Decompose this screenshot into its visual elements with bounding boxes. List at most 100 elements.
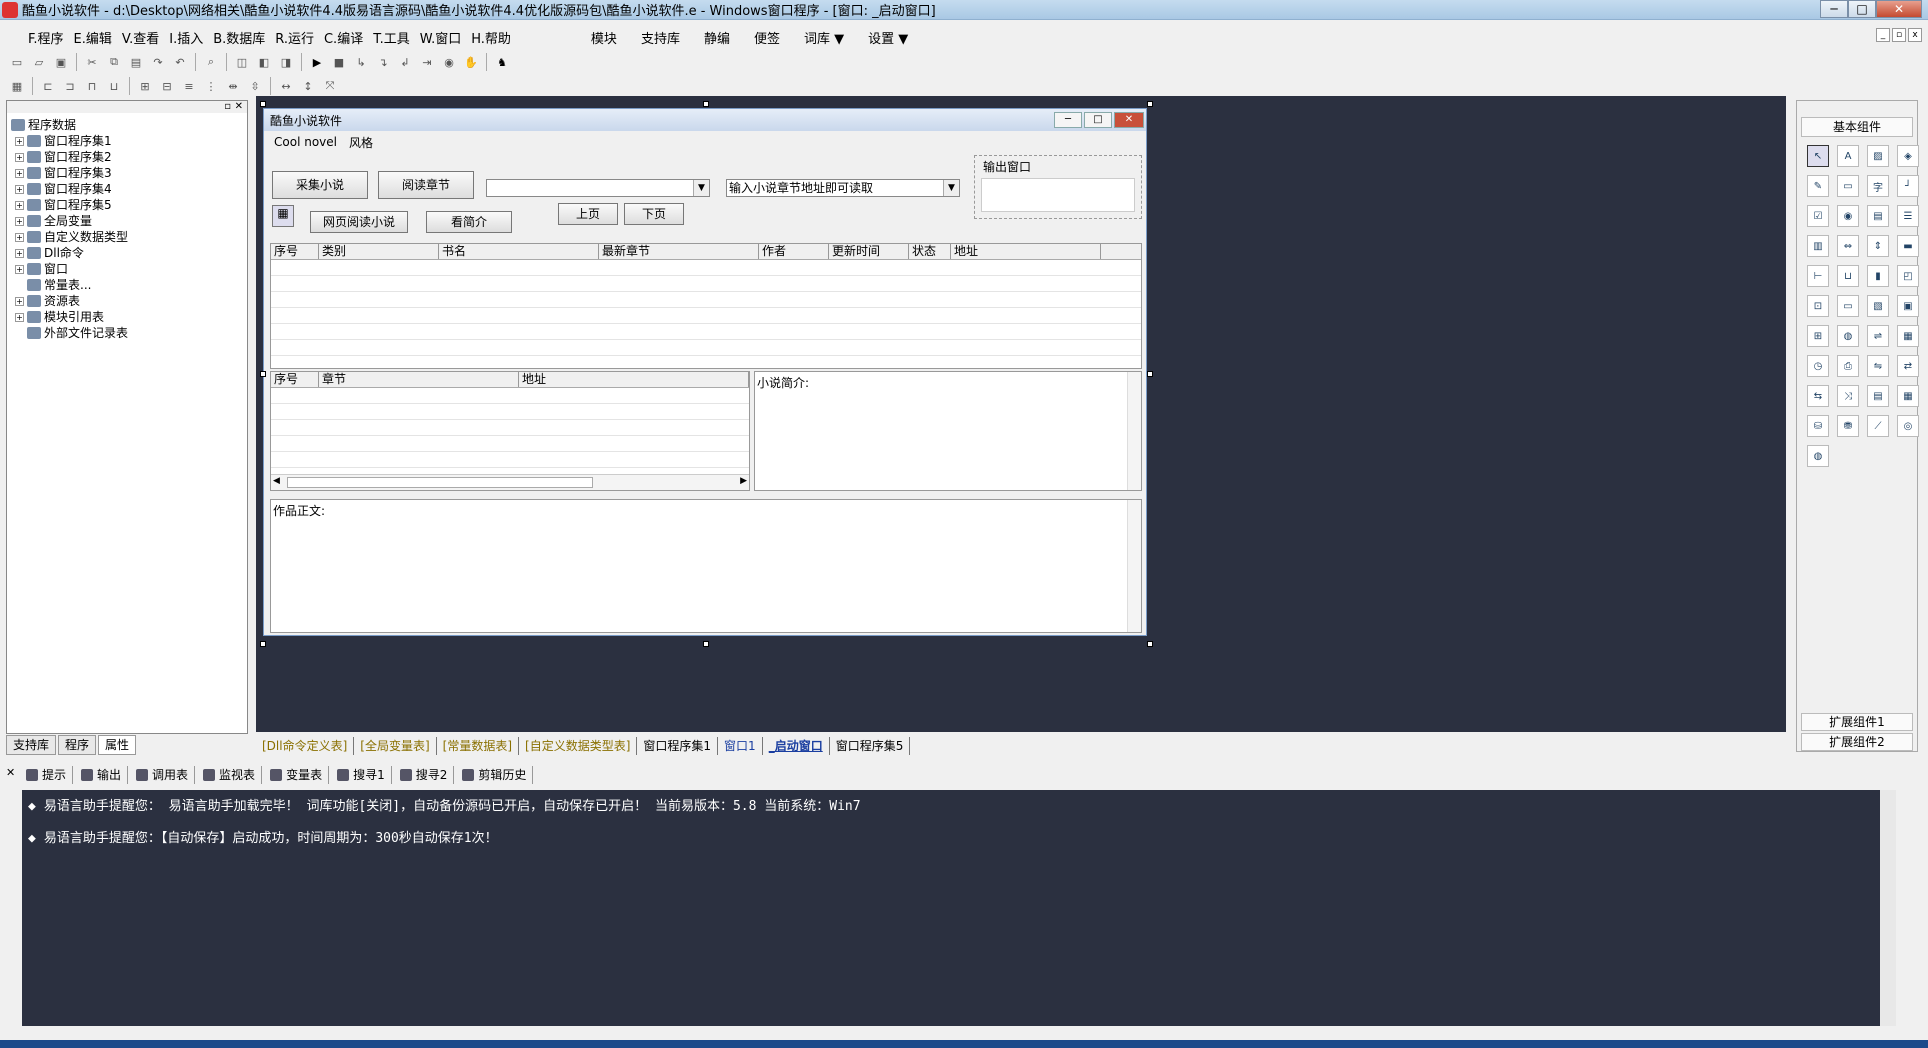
chevron-down-icon[interactable]: ▼ [943,180,959,196]
ext-components-1[interactable]: 扩展组件1 [1801,713,1913,731]
step-3-icon[interactable]: ↲ [396,53,414,71]
align-left-icon[interactable]: ⊏ [39,77,57,95]
tree-item[interactable]: + 窗口程序集4 [11,181,247,197]
network-icon[interactable]: ⇋ [1867,355,1889,377]
col-index[interactable]: 序号 [271,244,319,259]
layout-1-icon[interactable]: ◫ [233,53,251,71]
server-icon[interactable]: ⇄ [1897,355,1919,377]
menu-static-compile[interactable]: 静编 [704,28,730,47]
scroll-right-icon[interactable]: ▶ [740,476,747,486]
form-maximize-button[interactable]: □ [1084,112,1112,128]
menu-tools[interactable]: T.工具 [373,28,410,47]
grid-icon[interactable]: ▦ [8,77,26,95]
hand-icon[interactable]: ✋ [462,53,480,71]
tab-properties[interactable]: 属性 [98,735,137,755]
breakpoint-icon[interactable]: ◉ [440,53,458,71]
menu-database[interactable]: B.数据库 [213,28,265,47]
output-scrollbar[interactable] [1880,790,1896,1026]
line-icon[interactable]: ┘ [1897,175,1919,197]
tab-tips[interactable]: 提示 [20,766,74,784]
paste-icon[interactable]: ▤ [127,53,145,71]
tab-output[interactable]: 输出 [75,766,129,784]
same-width-icon[interactable]: ↔ [277,77,295,95]
text-icon[interactable]: 字 [1867,175,1889,197]
resize-handle[interactable] [703,101,709,107]
close-button[interactable]: ✕ [1876,0,1922,18]
tree-item[interactable]: + 窗口程序集3 [11,165,247,181]
tab-support-lib[interactable]: 支持库 [6,735,57,755]
tree-item[interactable]: + Dll命令 [11,245,247,261]
group-box-icon[interactable]: ▭ [1837,175,1859,197]
progress-icon[interactable]: ▬ [1897,235,1919,257]
tree-item[interactable]: + 全局变量 [11,213,247,229]
tab-clip-history[interactable]: 剪辑历史 [456,766,534,784]
resize-handle[interactable] [260,641,266,647]
col-category[interactable]: 类别 [319,244,439,259]
scroll-left-icon[interactable]: ◀ [273,476,280,486]
tree-item[interactable]: + 窗口程序集1 [11,133,247,149]
animation-icon[interactable]: ▮ [1867,265,1889,287]
tab-window-assembly-1[interactable]: 窗口程序集1 [637,737,719,755]
form-menu-cool-novel[interactable]: Cool novel [274,135,337,149]
panel-pin-icon[interactable]: ▫ [224,101,231,112]
helper-icon[interactable]: ♞ [493,53,511,71]
basic-components-header[interactable]: 基本组件 [1801,117,1913,137]
open-file-icon[interactable]: ▱ [30,53,48,71]
menu-run[interactable]: R.运行 [275,28,314,47]
col-chapter-index[interactable]: 序号 [271,372,319,387]
align-center-icon[interactable]: ⊐ [61,77,79,95]
intro-button[interactable]: 看简介 [426,211,512,233]
expand-icon[interactable]: + [15,216,24,226]
expand-icon[interactable]: + [15,296,24,306]
hyperlink-icon[interactable]: ⊞ [1807,325,1829,347]
new-file-icon[interactable]: ▭ [8,53,26,71]
copy-icon[interactable]: ⧉ [105,53,123,71]
mdi-minimize-button[interactable]: _ [1876,28,1890,42]
pointer-icon[interactable]: ↖ [1807,145,1829,167]
col-book-name[interactable]: 书名 [439,244,599,259]
chapter-url-combo[interactable]: 输入小说章节地址即可读取 ▼ [726,179,960,197]
expand-icon[interactable]: + [15,184,24,194]
novel-body-textbox[interactable]: 作品正文: [270,499,1142,633]
slider-icon[interactable]: ⊢ [1807,265,1829,287]
same-height-icon[interactable]: ↕ [299,77,317,95]
splitter-icon[interactable]: ⇌ [1867,325,1889,347]
menu-settings[interactable]: 设置 ▼ [868,28,908,47]
menu-help[interactable]: H.帮助 [471,28,511,47]
space-h-icon[interactable]: ≡ [180,77,198,95]
color-icon[interactable]: ▣ [1897,295,1919,317]
listbox-icon[interactable]: ▥ [1807,235,1829,257]
redo-icon[interactable]: ↷ [149,53,167,71]
tab-constant-table[interactable]: [常量数据表] [437,737,520,755]
col-author[interactable]: 作者 [759,244,829,259]
mdi-restore-button[interactable]: ▫ [1892,28,1906,42]
client-icon[interactable]: ⇆ [1807,385,1829,407]
tab-window-1[interactable]: 窗口1 [718,737,763,755]
chevron-down-icon[interactable]: ▼ [693,180,709,196]
undo-icon[interactable]: ↶ [171,53,189,71]
minimize-button[interactable]: ─ [1820,0,1848,18]
menu-view[interactable]: V.查看 [122,28,159,47]
distribute-v-icon[interactable]: ⇳ [246,77,264,95]
resize-handle[interactable] [1147,371,1153,377]
stop-icon[interactable]: ■ [330,53,348,71]
next-page-button[interactable]: 下页 [624,203,684,225]
menu-notes[interactable]: 便签 [754,28,780,47]
form-menu-style[interactable]: 风格 [349,134,373,151]
hscroll-icon[interactable]: ⇔ [1837,235,1859,257]
source-combo[interactable]: ▼ [486,179,710,197]
tab-custom-type-table[interactable]: [自定义数据类型表] [519,737,638,755]
col-update-time[interactable]: 更新时间 [829,244,909,259]
col-chapter[interactable]: 章节 [319,372,519,387]
chapter-list-table[interactable]: 序号 章节 地址 ◀ ▶ [270,371,750,491]
web-read-button[interactable]: 网页阅读小说 [310,211,408,233]
label-icon[interactable]: A [1837,145,1859,167]
expand-icon[interactable]: + [15,136,24,146]
tree-item[interactable]: + 窗口程序集5 [11,197,247,213]
tab-window-assembly-5[interactable]: 窗口程序集5 [830,737,911,755]
resize-handle[interactable] [1147,641,1153,647]
spin-icon[interactable]: ◍ [1837,325,1859,347]
tree-item[interactable]: + 模块引用表 [11,309,247,325]
tab-variables[interactable]: 变量表 [264,766,330,784]
menu-compile[interactable]: C.编译 [324,28,363,47]
